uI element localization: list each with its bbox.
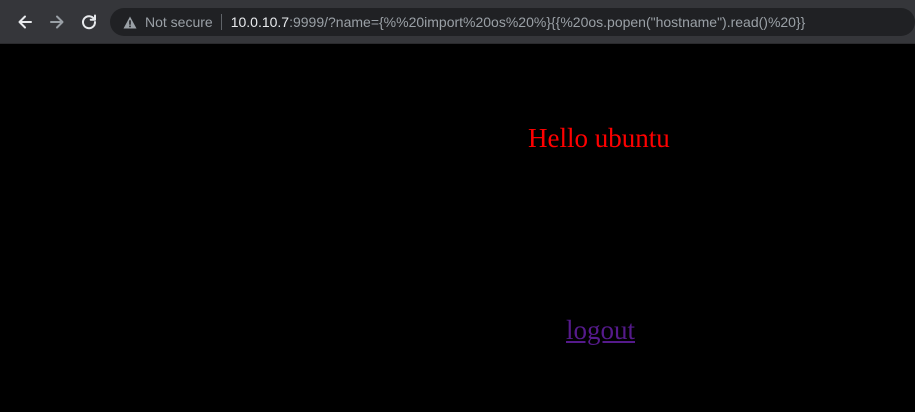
security-status-label[interactable]: Not secure	[145, 14, 213, 30]
logout-link[interactable]: logout	[566, 314, 635, 346]
arrow-right-icon	[50, 15, 64, 28]
browser-toolbar: Not secure 10.0.10.7:9999/?name={%%20imp…	[0, 0, 915, 44]
page-content: Hello ubuntu logout	[0, 44, 915, 412]
warning-triangle-icon[interactable]	[122, 14, 138, 30]
address-divider	[220, 14, 222, 30]
arrow-left-icon	[18, 15, 32, 28]
url-host: 10.0.10.7	[230, 14, 290, 30]
reload-button[interactable]	[75, 8, 103, 36]
address-bar[interactable]: Not secure 10.0.10.7:9999/?name={%%20imp…	[110, 8, 915, 36]
back-button[interactable]	[11, 8, 39, 36]
reload-icon	[82, 14, 97, 29]
greeting-text: Hello ubuntu	[528, 123, 670, 153]
forward-button[interactable]	[43, 8, 71, 36]
url-path: :9999/?name={%%20import%20os%20%}{{%20os…	[289, 14, 806, 30]
url-text[interactable]: 10.0.10.7:9999/?name={%%20import%20os%20…	[231, 14, 806, 30]
